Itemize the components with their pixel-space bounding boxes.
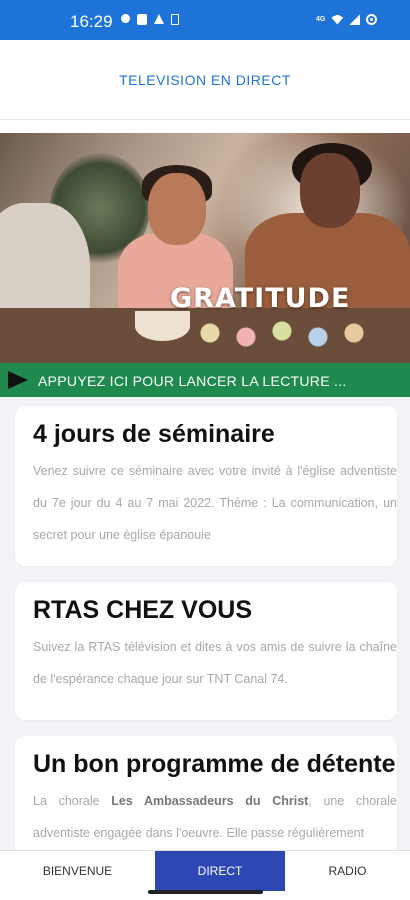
network-type-label: 4G: [316, 16, 326, 23]
card-title: Un bon programme de détente: [33, 750, 396, 778]
tab-radio[interactable]: RADIO: [285, 851, 410, 891]
status-notification-icons: [121, 14, 179, 25]
play-icon[interactable]: [8, 371, 28, 389]
video-caption: GRATITUDE: [170, 283, 351, 314]
messenger-icon: [121, 14, 130, 23]
play-label: APPUYEZ ICI POUR LANCER LA LECTURE ...: [38, 373, 347, 389]
status-system-icons: 4G: [316, 14, 378, 25]
tab-label: RADIO: [328, 864, 367, 878]
card-body: Suivez la RTAS télévision et dites à vos…: [33, 640, 397, 686]
tab-label: BIENVENUE: [42, 864, 113, 878]
card-title: 4 jours de séminaire: [33, 420, 275, 448]
news-feed[interactable]: 4 jours de séminaire Venez suivre ce sém…: [0, 397, 410, 850]
facebook-icon: [137, 14, 147, 25]
warning-icon: [154, 14, 164, 24]
video-player[interactable]: GRATITUDE: [0, 133, 410, 363]
news-card[interactable]: RTAS CHEZ VOUS Suivez la RTAS télévision…: [15, 582, 397, 720]
video-eggs: [190, 313, 390, 353]
sim-icon: [171, 14, 179, 25]
video-person-center-face: [148, 173, 206, 245]
app-header: TELEVISION EN DIRECT: [0, 40, 410, 120]
video-bowl: [135, 311, 190, 341]
target-icon: [366, 14, 378, 25]
signal-icon: [349, 14, 361, 25]
card-body: Venez suivre ce séminaire avec votre inv…: [33, 464, 397, 542]
tab-label: DIRECT: [197, 864, 243, 878]
video-person-right-face: [300, 153, 360, 228]
page-title: TELEVISION EN DIRECT: [119, 71, 291, 88]
card-body-text: La chorale: [33, 794, 112, 808]
status-bar: 16:29 4G: [0, 0, 410, 40]
tab-direct[interactable]: DIRECT: [155, 851, 285, 891]
status-time: 16:29: [70, 12, 113, 31]
play-button-bar[interactable]: APPUYEZ ICI POUR LANCER LA LECTURE ...: [0, 363, 410, 397]
news-card[interactable]: 4 jours de séminaire Venez suivre ce sém…: [15, 406, 397, 566]
tab-bienvenue[interactable]: BIENVENUE: [0, 851, 155, 891]
card-title: RTAS CHEZ VOUS: [33, 596, 252, 624]
card-body: La chorale Les Ambassadeurs du Christ, u…: [33, 785, 397, 849]
news-card[interactable]: Un bon programme de détente La chorale L…: [15, 736, 397, 850]
card-body-highlight: Les Ambassadeurs du Christ: [111, 794, 309, 808]
wifi-icon: [331, 14, 344, 25]
home-indicator[interactable]: [148, 890, 263, 894]
